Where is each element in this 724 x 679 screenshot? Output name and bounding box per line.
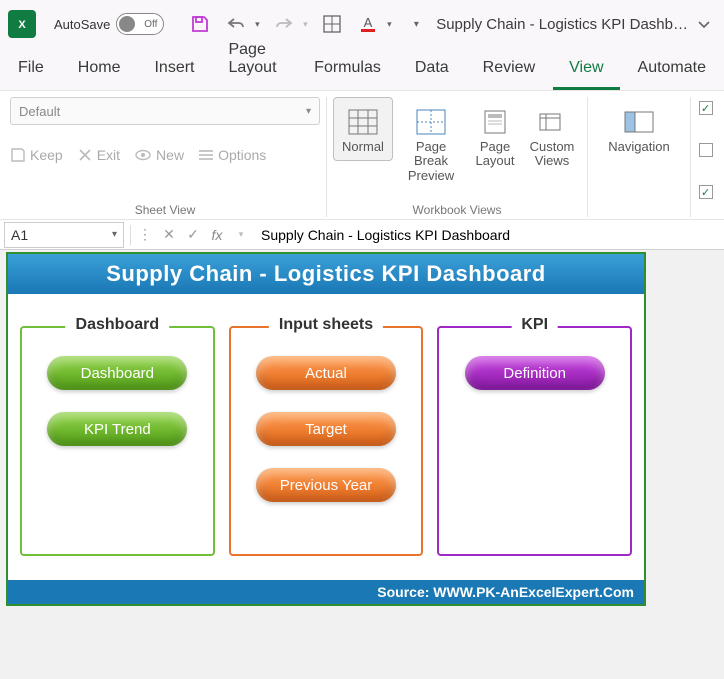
worksheet-area: Supply Chain - Logistics KPI Dashboard D… [0, 250, 724, 608]
dashboard-title: Supply Chain - Logistics KPI Dashboard [8, 254, 644, 294]
sheet-view-select[interactable]: Default ▾ [10, 97, 320, 125]
checkbox-2[interactable] [699, 143, 713, 157]
title-bar: X AutoSave Off ▾ ▾ A ▾ ▾ Supply Chain - … [0, 0, 724, 48]
checkbox-1[interactable] [699, 101, 713, 115]
checkbox-3[interactable] [699, 185, 713, 199]
dashboard-footer: Source: WWW.PK-AnExcelExpert.Com [8, 580, 644, 604]
ribbon: Default ▾ Keep Exit New Options [0, 90, 724, 220]
custom-views-icon [526, 104, 578, 140]
sheet-view-keep-button[interactable]: Keep [10, 147, 63, 163]
svg-text:X: X [18, 19, 26, 31]
navigation-icon [597, 104, 681, 140]
tab-formulas[interactable]: Formulas [298, 49, 397, 90]
tab-home[interactable]: Home [62, 49, 137, 90]
svg-text:A: A [364, 15, 373, 30]
panel-dashboard: Dashboard Dashboard KPI Trend [20, 326, 215, 556]
panel-kpi: KPI Definition [437, 326, 632, 556]
excel-logo: X [8, 10, 36, 38]
formula-bar: A1 ▾ ⋮ ✕ ✓ fx ▾ [0, 220, 724, 250]
dashboard-container: Supply Chain - Logistics KPI Dashboard D… [6, 252, 646, 606]
save-icon[interactable] [186, 10, 214, 38]
borders-icon[interactable] [318, 10, 346, 38]
page-break-icon [398, 104, 464, 140]
pill-target[interactable]: Target [256, 412, 396, 446]
view-normal-button[interactable]: Normal [333, 97, 393, 161]
redo-dropdown-icon[interactable]: ▾ [300, 10, 310, 38]
sheet-view-options-button[interactable]: Options [198, 147, 266, 163]
tab-insert[interactable]: Insert [138, 49, 210, 90]
panel-title-dashboard: Dashboard [66, 316, 170, 334]
pill-dashboard[interactable]: Dashboard [47, 356, 187, 390]
cancel-icon[interactable]: ✕ [157, 226, 181, 243]
view-page-layout-button[interactable]: Page Layout [469, 97, 521, 176]
font-color-icon[interactable]: A [354, 10, 382, 38]
enter-icon[interactable]: ✓ [181, 226, 205, 243]
pill-previous-year[interactable]: Previous Year [256, 468, 396, 502]
panel-title-input-sheets: Input sheets [269, 316, 383, 334]
sheet-view-new-button[interactable]: New [134, 147, 184, 163]
view-page-break-button[interactable]: Page Break Preview [395, 97, 467, 190]
name-box[interactable]: A1 ▾ [4, 222, 124, 248]
tab-file[interactable]: File [2, 49, 60, 90]
sort-icon[interactable]: ⋮ [133, 226, 157, 243]
autosave-label: AutoSave [54, 17, 110, 32]
navigation-button[interactable]: Navigation [594, 97, 684, 161]
fx-dropdown-icon[interactable]: ▾ [229, 229, 253, 240]
qat-overflow-icon[interactable]: ▾ [402, 10, 430, 38]
tab-view[interactable]: View [553, 49, 619, 90]
pill-actual[interactable]: Actual [256, 356, 396, 390]
sheet-view-default-label: Default [19, 104, 60, 119]
page-layout-icon [472, 104, 518, 140]
grid-icon [336, 104, 390, 140]
panel-title-kpi: KPI [511, 316, 558, 334]
panel-input-sheets: Input sheets Actual Target Previous Year [229, 326, 424, 556]
sheet-view-exit-button[interactable]: Exit [77, 147, 120, 163]
group-label-sheet-view: Sheet View [10, 199, 320, 217]
group-label-workbook-views: Workbook Views [333, 199, 581, 217]
ribbon-tabs: File Home Insert Page Layout Formulas Da… [0, 48, 724, 90]
tab-automate[interactable]: Automate [622, 49, 722, 90]
chevron-down-icon: ▾ [306, 106, 311, 117]
tab-page-layout[interactable]: Page Layout [212, 31, 296, 90]
font-color-dropdown-icon[interactable]: ▾ [384, 10, 394, 38]
title-dropdown-icon[interactable] [696, 16, 712, 32]
formula-input[interactable] [253, 222, 724, 248]
fx-icon[interactable]: fx [205, 227, 229, 243]
autosave-state: Off [144, 19, 157, 30]
tab-data[interactable]: Data [399, 49, 465, 90]
view-custom-views-button[interactable]: Custom Views [523, 97, 581, 176]
chevron-down-icon: ▾ [112, 229, 117, 240]
tab-review[interactable]: Review [467, 49, 551, 90]
pill-definition[interactable]: Definition [465, 356, 605, 390]
pill-kpi-trend[interactable]: KPI Trend [47, 412, 187, 446]
document-title: Supply Chain - Logistics KPI Dashb… [436, 16, 688, 33]
autosave-toggle[interactable]: AutoSave Off [54, 13, 164, 35]
